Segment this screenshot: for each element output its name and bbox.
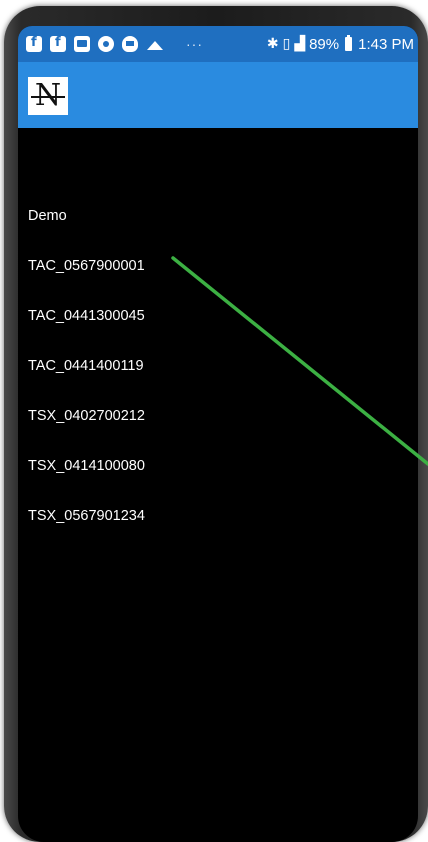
app-logo[interactable]: N	[28, 77, 68, 115]
screen: ··· ✱ ▯ ▟ 89% 1:43 PM N Demo TAC_0567900…	[18, 26, 418, 842]
mountain-icon	[146, 36, 164, 52]
phone-frame: ··· ✱ ▯ ▟ 89% 1:43 PM N Demo TAC_0567900…	[4, 6, 428, 842]
chrome-icon	[98, 36, 114, 52]
system-status: ✱ ▯ ▟ 89% 1:43 PM	[267, 26, 414, 62]
list-item[interactable]: TAC_0441400119	[28, 356, 145, 406]
list-item[interactable]: TAC_0567900001	[28, 256, 145, 306]
list-item[interactable]: TSX_0567901234	[28, 506, 145, 556]
device-list: Demo TAC_0567900001 TAC_0441300045 TAC_0…	[28, 206, 145, 556]
message-icon	[74, 36, 90, 52]
list-item[interactable]: TSX_0402700212	[28, 406, 145, 456]
app-bar: N	[18, 62, 418, 128]
battery-icon	[345, 35, 353, 51]
vibrate-icon: ▯	[282, 36, 291, 52]
list-item[interactable]: TAC_0441300045	[28, 306, 145, 356]
battery-percent: 89%	[309, 35, 340, 53]
signal-icon: ▟	[294, 36, 306, 52]
list-item[interactable]: Demo	[28, 206, 145, 256]
list-item[interactable]: TSX_0414100080	[28, 456, 145, 506]
shield-icon	[122, 36, 138, 52]
clock: 1:43 PM	[358, 35, 414, 53]
notification-icons: ···	[26, 26, 203, 62]
logo-letter: N	[30, 78, 66, 113]
status-bar: ··· ✱ ▯ ▟ 89% 1:43 PM	[18, 26, 418, 62]
facebook-icon	[26, 35, 42, 52]
facebook-icon	[50, 35, 66, 52]
overflow-dots: ···	[186, 36, 203, 52]
bluetooth-icon: ✱	[266, 36, 279, 52]
